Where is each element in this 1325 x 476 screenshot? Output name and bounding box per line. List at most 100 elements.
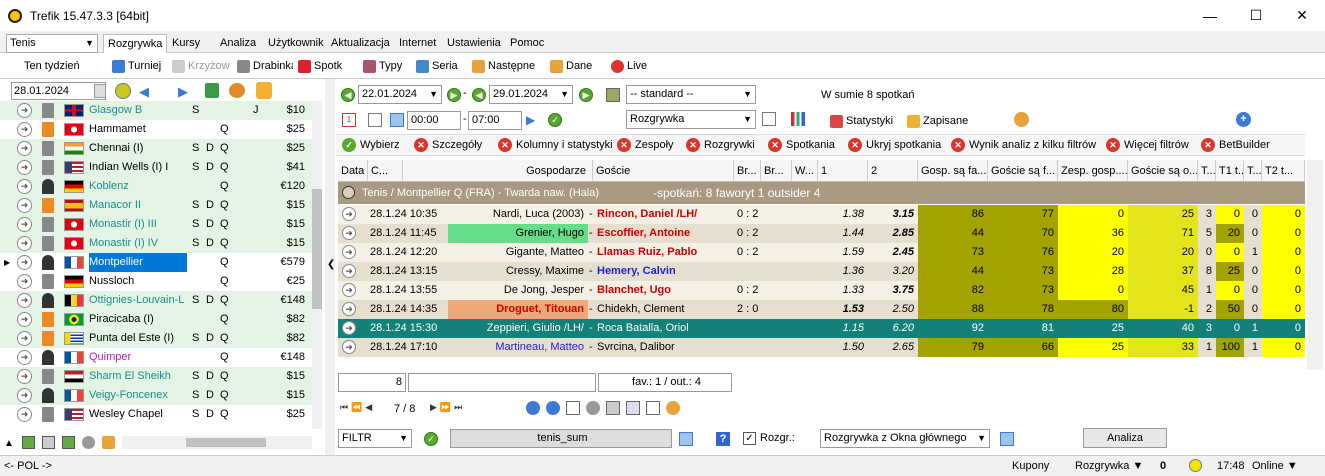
filter-competitions[interactable]: ✕ Rozgrywki xyxy=(686,136,755,154)
col-away[interactable]: Goście xyxy=(593,160,734,182)
tab-kursy[interactable]: Kursy xyxy=(168,34,204,53)
open-arrow-icon[interactable]: ➜ xyxy=(342,245,356,259)
time-from-field[interactable]: 00:00 xyxy=(407,111,461,130)
open-arrow-icon[interactable]: ➜ xyxy=(342,321,356,335)
checklist-icon[interactable] xyxy=(646,401,660,415)
match-row[interactable]: ➜ 28.1.24 12:20 Gigante, Matteo - Llamas Rui… xyxy=(338,243,1305,262)
tournament-row[interactable]: ➜ Koblenz Q €120 xyxy=(0,177,312,196)
col-t2[interactable]: T1 t... xyxy=(1216,160,1244,182)
grid-icon[interactable] xyxy=(606,401,620,415)
col-t4[interactable]: T2 t... xyxy=(1262,160,1305,182)
ball-icon[interactable] xyxy=(115,83,131,99)
open-arrow-icon[interactable]: ➜ xyxy=(17,198,32,213)
tournament-row[interactable]: ➜ Glasgow B S J $10 xyxy=(0,101,312,120)
grid-view-icon[interactable] xyxy=(22,436,35,449)
col-c2[interactable]: Goście są f... xyxy=(988,160,1058,182)
match-row[interactable]: ➜ 28.1.24 11:45 Grenier, Hugo - Escoffier, A… xyxy=(338,224,1305,243)
open-arrow-icon[interactable]: ➜ xyxy=(17,388,32,403)
tournament-button[interactable]: Turniej xyxy=(112,58,168,74)
next-button[interactable]: Następne xyxy=(472,58,538,74)
open-arrow-icon[interactable]: ➜ xyxy=(17,103,32,118)
col-t3[interactable]: T... xyxy=(1244,160,1262,182)
collapse-left-icon[interactable]: ❮ xyxy=(327,259,335,270)
nav-first-prev-icon[interactable]: ⏮⏪◀ xyxy=(340,402,375,413)
col-c4[interactable]: Goście są o... xyxy=(1128,160,1198,182)
rozgr-source-select[interactable]: Rozgrywka z Okna głównego ▼ xyxy=(820,429,990,448)
col-t1[interactable]: T... xyxy=(1198,160,1216,182)
col-br2[interactable]: Br... xyxy=(761,160,792,182)
tournament-row[interactable]: ➜ Chennai (I) S D Q $25 xyxy=(0,139,312,158)
open-arrow-icon[interactable]: ➜ xyxy=(17,122,32,137)
open-arrow-icon[interactable]: ➜ xyxy=(17,293,32,308)
last-icon[interactable]: ▶ xyxy=(526,113,535,127)
cross-button[interactable]: Krzyżow xyxy=(172,58,232,74)
rozgr-checkbox[interactable]: ✓ xyxy=(743,432,756,445)
tab-ustawienia[interactable]: Ustawienia xyxy=(443,34,505,53)
filter-choose[interactable]: ✓ Wybierz xyxy=(342,136,400,154)
panel-icon[interactable] xyxy=(62,436,75,449)
open-arrow-icon[interactable]: ➜ xyxy=(342,264,356,278)
filter-more[interactable]: ✕ Więcej filtrów xyxy=(1106,136,1189,154)
calendar-icon[interactable] xyxy=(94,84,106,98)
series-button[interactable]: Seria xyxy=(416,58,462,74)
gear-icon[interactable] xyxy=(82,436,95,449)
open-arrow-icon[interactable]: ➜ xyxy=(17,255,32,270)
first-icon[interactable] xyxy=(390,113,404,127)
analyze-button[interactable]: Analiza xyxy=(1083,428,1167,448)
calendar-icon[interactable]: 1 xyxy=(342,113,356,127)
match-row[interactable]: ➜ 28.1.24 14:35 Droguet, Titouan - Chidekh, … xyxy=(338,300,1305,319)
tournament-row[interactable]: ➜ Monastir (I) III S D Q $15 xyxy=(0,215,312,234)
col-data[interactable]: Data xyxy=(338,160,368,182)
open-arrow-icon[interactable]: ➜ xyxy=(342,302,356,316)
rozgrywka-status-menu[interactable]: Rozgrywka ▼ xyxy=(1075,460,1143,472)
open-arrow-icon[interactable]: ➜ xyxy=(17,236,32,251)
date-from-field[interactable]: 22.01.2024 ▼ xyxy=(358,85,442,104)
prev-day-icon[interactable]: ◀ xyxy=(139,84,149,100)
tab-uzytkownik[interactable]: Użytkownik xyxy=(264,34,328,53)
sport-select[interactable]: Tenis ▼ xyxy=(6,34,98,53)
grid-scrollbar[interactable] xyxy=(1307,160,1323,370)
mode-select[interactable]: Rozgrywka ▼ xyxy=(626,110,756,129)
open-arrow-icon[interactable]: ➜ xyxy=(342,340,356,354)
collapse-icon[interactable]: ▲ xyxy=(4,438,14,449)
match-row[interactable]: ➜ 28.1.24 13:55 De Jong, Jesper - Blanchet, … xyxy=(338,281,1305,300)
stats-button[interactable]: Statystyki xyxy=(830,113,893,129)
prev-date-icon[interactable]: ◀ xyxy=(341,88,355,102)
next-day-icon[interactable]: ▶ xyxy=(178,84,188,100)
saved-button[interactable]: Zapisane xyxy=(907,113,968,129)
load-source-icon[interactable] xyxy=(1000,432,1014,446)
filter-select[interactable]: FILTR ▼ xyxy=(338,429,412,448)
bracket-button[interactable]: Drabinka xyxy=(237,58,293,74)
close-button[interactable]: ✕ xyxy=(1279,0,1325,31)
minimize-button[interactable]: — xyxy=(1187,0,1233,31)
gear-icon[interactable] xyxy=(586,401,600,415)
coupons-button[interactable]: Kupony xyxy=(1012,460,1049,472)
tournament-row[interactable]: ➜ Piracicaba (I) Q $82 xyxy=(0,310,312,329)
tab-internet[interactable]: Internet xyxy=(395,34,440,53)
week-label[interactable]: Ten tydzień xyxy=(24,58,80,74)
filter-teams[interactable]: ✕ Zespoły xyxy=(617,136,674,154)
load-filter-icon[interactable] xyxy=(679,432,693,446)
bar-chart-icon[interactable] xyxy=(791,112,805,126)
open-arrow-icon[interactable]: ➜ xyxy=(17,350,32,365)
horizontal-scrollbar-thumb[interactable] xyxy=(186,438,266,447)
filter-hide[interactable]: ✕ Ukryj spotkania xyxy=(848,136,941,154)
help-icon[interactable]: ? xyxy=(716,432,730,446)
open-arrow-icon[interactable]: ➜ xyxy=(17,217,32,232)
next-date-icon[interactable]: ▶ xyxy=(447,88,461,102)
export-icon[interactable] xyxy=(606,88,620,102)
online-menu[interactable]: Online ▼ xyxy=(1252,460,1298,472)
filter-matches[interactable]: ✕ Spotkania xyxy=(768,136,835,154)
matches-button[interactable]: Spotk xyxy=(298,58,346,74)
filter-details[interactable]: ✕ Szczegóły xyxy=(414,136,482,154)
filter-columns[interactable]: ✕ Kolumny i statystyki xyxy=(498,136,613,154)
panel-splitter[interactable]: ❮ xyxy=(325,79,335,455)
apply-filter-icon[interactable]: ✓ xyxy=(424,432,438,446)
open-arrow-icon[interactable]: ➜ xyxy=(17,407,32,422)
tournament-row[interactable]: ➜ Monastir (I) IV S D Q $15 xyxy=(0,234,312,253)
tournament-row[interactable]: ➜ Quimper Q €148 xyxy=(0,348,312,367)
tournament-row[interactable]: ➜ Veigy-Foncenex S D Q $15 xyxy=(0,386,312,405)
live-button[interactable]: Live xyxy=(611,58,651,74)
group-header-row[interactable]: Tenis / Montpellier Q (FRA) - Twarda naw… xyxy=(338,182,1305,204)
open-arrow-icon[interactable]: ➜ xyxy=(17,312,32,327)
